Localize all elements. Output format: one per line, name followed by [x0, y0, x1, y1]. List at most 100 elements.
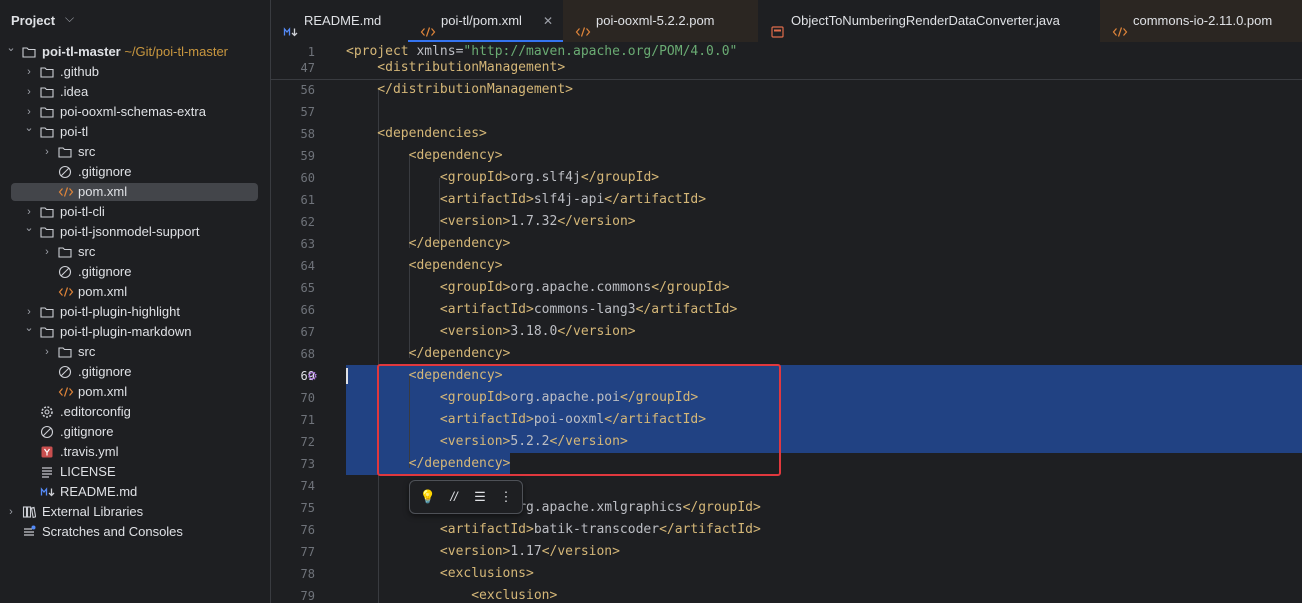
tab-5[interactable]: commons-io-2.11.0.pom	[1100, 0, 1302, 42]
code-line[interactable]: <artifactId>batik-transcoder</artifactId…	[346, 519, 761, 541]
xml-file-icon	[575, 14, 591, 37]
tree-item-label: poi-tl-jsonmodel-support	[60, 222, 199, 242]
close-icon[interactable]: ✕	[543, 0, 553, 42]
line-number: 57	[300, 105, 315, 119]
tree-item[interactable]: pom.xml	[0, 182, 270, 202]
tree-item[interactable]: › .idea	[0, 82, 270, 102]
code-line[interactable]: </distributionManagement>	[346, 79, 573, 101]
tab-2[interactable]: poi-tl/pom.xml ✕	[408, 0, 563, 42]
tree-item[interactable]: ⌄ poi-tl-jsonmodel-support	[0, 222, 270, 242]
tree-item[interactable]: pom.xml	[0, 282, 270, 302]
chevron-down-icon[interactable]: ⌄	[23, 218, 35, 238]
tab-label: poi-ooxml-5.2.2.pom	[596, 13, 715, 28]
code-line[interactable]: <dependency>	[346, 255, 503, 277]
code-token: org.apache.commons	[510, 280, 652, 295]
line-number: 72	[300, 435, 315, 449]
tab-3[interactable]: poi-ooxml-5.2.2.pom	[563, 0, 758, 42]
chevron-down-icon[interactable]: ⌵	[65, 11, 74, 26]
line-number: 71	[300, 413, 315, 427]
code-line[interactable]: <version>1.7.32</version>	[346, 211, 636, 233]
code-line[interactable]: </dependency>	[346, 343, 511, 365]
tree-item[interactable]: pom.xml	[0, 382, 270, 402]
line-number: 60	[300, 171, 315, 185]
editor-tab-bar: README.md poi-tl/pom.xml ✕ poi-ooxml-5.2.2.…	[271, 0, 1302, 42]
tree-item[interactable]: .gitignore	[0, 162, 270, 182]
tree-item[interactable]: ⌄ poi-tl-master ~/Git/poi-tl-master	[0, 42, 270, 62]
chevron-right-icon[interactable]: ›	[41, 242, 53, 262]
code-line[interactable]: <exclusions>	[346, 563, 534, 585]
tree-item[interactable]: .gitignore	[0, 262, 270, 282]
tree-item-label: .editorconfig	[60, 402, 131, 422]
tree-item[interactable]: .editorconfig	[0, 402, 270, 422]
code-token: </groupId>	[651, 280, 730, 295]
tree-item-name: src	[78, 144, 96, 159]
chevron-right-icon[interactable]: ›	[5, 502, 17, 522]
code-line[interactable]: <version>3.18.0</version>	[346, 321, 636, 343]
line-number: 79	[300, 589, 315, 603]
chevron-down-icon[interactable]: ⌄	[23, 118, 35, 138]
comment-icon[interactable]: //	[445, 488, 463, 506]
tree-item[interactable]: › src	[0, 342, 270, 362]
lightbulb-icon[interactable]: 💡	[419, 488, 437, 506]
tree-item[interactable]: Scratches and Consoles	[0, 522, 270, 542]
line-number: 73	[300, 457, 315, 471]
tab-4[interactable]: ObjectToNumberingRenderDataConverter.jav…	[758, 0, 1100, 42]
tab-1[interactable]: README.md	[271, 0, 408, 42]
line-number: 70	[300, 391, 315, 405]
tree-item-name: README.md	[60, 484, 138, 499]
tree-item-label: External Libraries	[42, 502, 143, 522]
tree-item[interactable]: ⌄ poi-tl	[0, 122, 270, 142]
editorconfig-icon	[40, 405, 54, 419]
chevron-right-icon[interactable]: ›	[23, 82, 35, 102]
xml-file-icon	[58, 185, 74, 199]
tree-item[interactable]: .travis.yml	[0, 442, 270, 462]
code-token: commons-lang3	[533, 302, 636, 317]
tree-item-name: .travis.yml	[60, 444, 119, 459]
gutter-icon[interactable]: ⚙	[307, 369, 318, 383]
tree-item[interactable]: › External Libraries	[0, 502, 270, 522]
tree-item[interactable]: LICENSE	[0, 462, 270, 482]
code-line[interactable]: <version>1.17</version>	[346, 541, 620, 563]
tree-item[interactable]: › poi-ooxml-schemas-extra	[0, 102, 270, 122]
folder-icon	[58, 145, 72, 159]
tree-item-name: Scratches and Consoles	[42, 524, 183, 539]
project-panel-title[interactable]: Project	[11, 13, 55, 28]
code-line[interactable]: <artifactId>slf4j-api</artifactId>	[346, 189, 706, 211]
reformat-icon[interactable]: ☰	[471, 488, 489, 506]
code-line[interactable]: </dependency>	[346, 233, 511, 255]
code-token: <dependencies>	[346, 126, 487, 141]
chevron-down-icon[interactable]: ⌄	[5, 38, 17, 58]
sticky-code-line[interactable]: <distributionManagement>	[346, 57, 565, 79]
line-number: 58	[300, 127, 315, 141]
code-token: </artifactId>	[635, 302, 738, 317]
chevron-right-icon[interactable]: ›	[41, 142, 53, 162]
tree-item-label: .gitignore	[78, 262, 131, 282]
tree-item[interactable]: ⌄ poi-tl-plugin-markdown	[0, 322, 270, 342]
scratches-icon	[22, 525, 36, 539]
code-line[interactable]: <exclusion>	[346, 585, 557, 603]
chevron-right-icon[interactable]: ›	[41, 342, 53, 362]
tree-item[interactable]: .gitignore	[0, 362, 270, 382]
code-line[interactable]: <dependencies>	[346, 123, 487, 145]
tree-item[interactable]: › poi-tl-cli	[0, 202, 270, 222]
code-line[interactable]: <dependency>	[346, 145, 503, 167]
code-line[interactable]: <artifactId>commons-lang3</artifactId>	[346, 299, 737, 321]
code-token: <groupId>	[346, 170, 511, 185]
chevron-down-icon[interactable]: ⌄	[23, 318, 35, 338]
project-panel-header[interactable]: Project ⌵	[0, 0, 270, 42]
code-line[interactable]: <groupId>org.slf4j</groupId>	[346, 167, 659, 189]
code-line[interactable]: <groupId>org.apache.commons</groupId>	[346, 277, 730, 299]
code-editor[interactable]: 56 </distributionManagement> 57 58 <depend…	[271, 42, 1302, 603]
tree-item[interactable]: › poi-tl-plugin-highlight	[0, 302, 270, 322]
tree-item[interactable]: › src	[0, 242, 270, 262]
chevron-right-icon[interactable]: ›	[23, 62, 35, 82]
tree-item-name: poi-tl-cli	[60, 204, 105, 219]
more-icon[interactable]: ⋮	[497, 488, 515, 506]
tree-item[interactable]: .gitignore	[0, 422, 270, 442]
tree-item-name: .editorconfig	[60, 404, 131, 419]
tree-item[interactable]: › .github	[0, 62, 270, 82]
code-token: </dependency>	[346, 236, 511, 251]
folder-icon	[40, 105, 54, 119]
tree-item[interactable]: README.md	[0, 482, 270, 502]
tree-item[interactable]: › src	[0, 142, 270, 162]
